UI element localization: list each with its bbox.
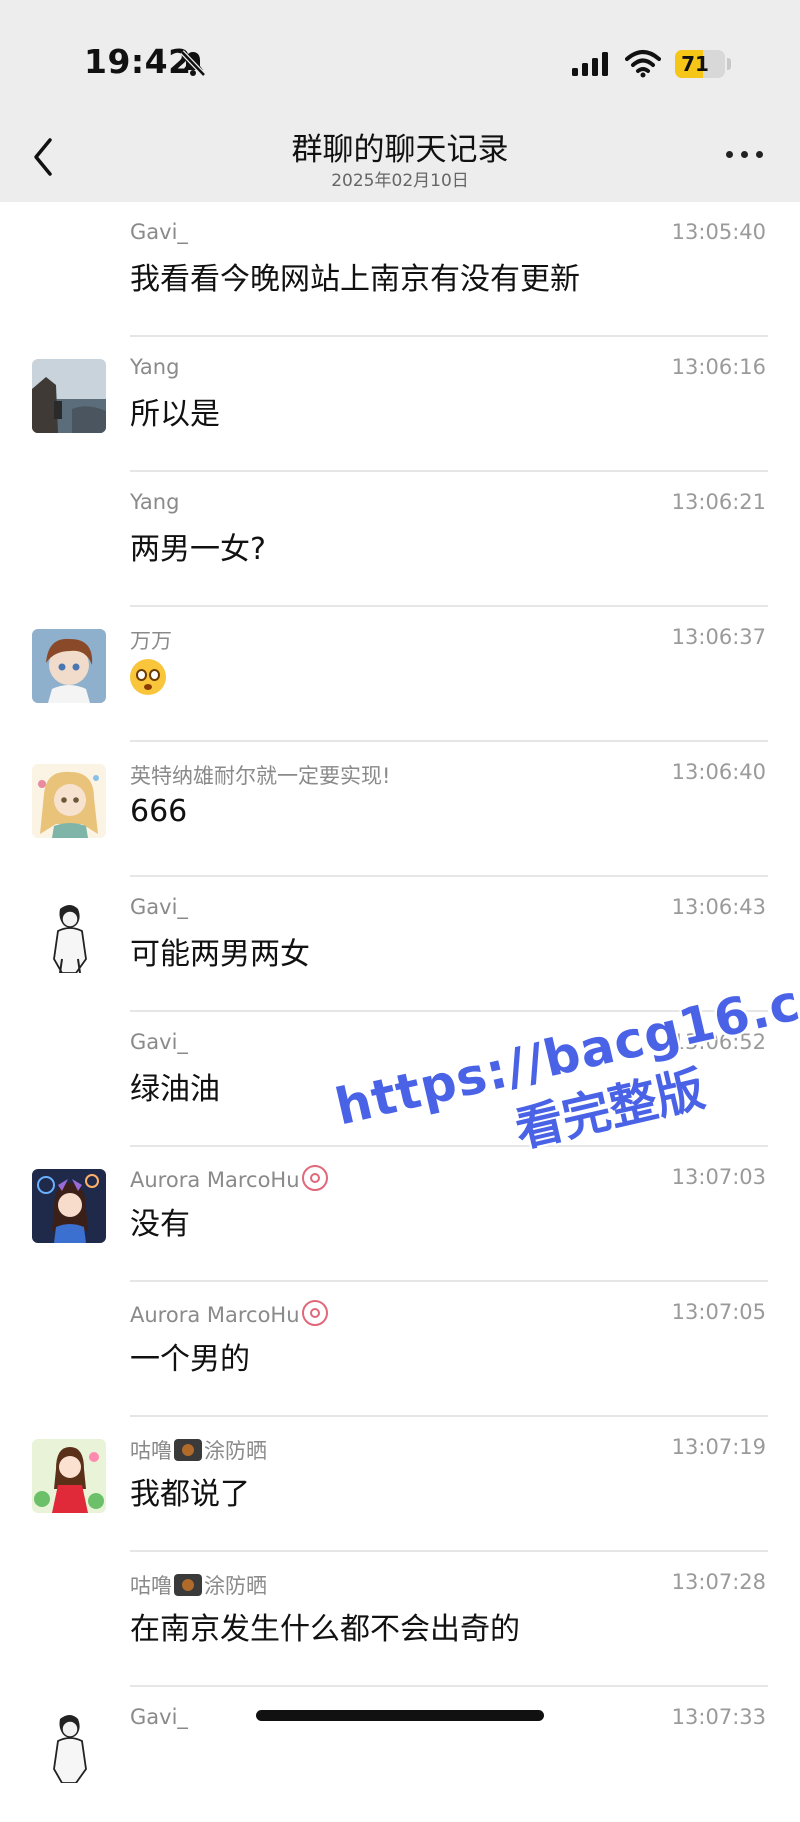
message-text: 在南京发生什么都不会出奇的 [130,1612,520,1647]
message-time: 13:06:16 [671,355,766,379]
avatar[interactable] [32,899,106,973]
dot [741,151,748,158]
avatar[interactable] [32,629,106,703]
message-item[interactable]: Gavi_ 13:07:33 [0,1687,800,1822]
message-sender: Yang [130,355,180,379]
message-item[interactable]: 英特纳雄耐尔就一定要实现! 13:06:40 666 [0,742,800,877]
message-sender: 万万 [130,629,172,653]
camera-icon [174,1574,202,1596]
flower-badge-icon [301,1165,328,1191]
message-item[interactable]: Gavi_ 13:06:43 可能两男两女 [0,877,800,1012]
message-sender: Yang [130,490,180,514]
message-time: 13:07:33 [671,1705,766,1729]
avatar[interactable] [32,1169,106,1243]
avatar[interactable] [32,764,106,838]
avatar[interactable] [32,1709,106,1783]
page-title: 群聊的聊天记录 [291,132,509,168]
message-sender: Aurora MarcoHu [130,1300,328,1327]
signal-icon [572,52,608,76]
message-text: 一个男的 [130,1342,250,1377]
message-sender: Gavi_ [130,220,188,244]
top-bar: 19:42 71 群聊的聊天记录 2025年02月10日 [0,0,800,202]
message-sender: Gavi_ [130,895,188,919]
message-sender: 英特纳雄耐尔就一定要实现! [130,764,391,788]
message-text: 我看看今晚网站上南京有没有更新 [130,262,580,297]
sender-name: Aurora MarcoHu [130,1168,300,1192]
page-subtitle: 2025年02月10日 [331,171,469,191]
message-text [130,659,166,697]
message-item[interactable]: Aurora MarcoHu 13:07:05 一个男的 [0,1282,800,1417]
message-sender: 咕噜 涂防晒 [130,1435,267,1465]
avatar[interactable] [32,359,106,433]
message-sender: Gavi_ [130,1030,188,1054]
avatar[interactable] [32,1439,106,1513]
message-time: 13:05:40 [671,220,766,244]
message-item[interactable]: 咕噜 涂防晒 13:07:19 我都说了 [0,1417,800,1552]
message-text: 两男一女? [130,532,266,567]
message-time: 13:06:40 [671,760,766,784]
flower-badge-icon [301,1300,328,1326]
message-time: 13:06:21 [671,490,766,514]
home-indicator[interactable] [256,1710,544,1721]
dot [726,151,733,158]
message-item[interactable]: 万万 13:06:37 [0,607,800,742]
more-dots-icon[interactable] [724,145,766,165]
status-time: 19:42 [84,42,192,81]
message-time: 13:06:43 [671,895,766,919]
message-text: 666 [130,794,188,829]
battery-icon: 71 [675,50,725,78]
message-item[interactable]: Yang 13:06:16 所以是 [0,337,800,472]
sender-suffix: 涂防晒 [204,1439,267,1463]
sender-name: Aurora MarcoHu [130,1303,300,1327]
battery-level: 71 [681,52,709,76]
sender-prefix: 咕噜 [130,1439,172,1463]
message-time: 13:07:28 [671,1570,766,1594]
message-text: 绿油油 [130,1072,220,1107]
message-text: 可能两男两女 [130,937,310,972]
message-time: 13:06:37 [671,625,766,649]
message-sender: Gavi_ [130,1705,188,1729]
message-item[interactable]: Yang 13:06:21 两男一女? [0,472,800,607]
message-time: 13:07:19 [671,1435,766,1459]
message-item[interactable]: 咕噜 涂防晒 13:07:28 在南京发生什么都不会出奇的 [0,1552,800,1687]
sender-suffix: 涂防晒 [204,1574,267,1598]
message-sender: Aurora MarcoHu [130,1165,328,1192]
flushed-face-emoji [130,659,166,695]
sender-prefix: 咕噜 [130,1574,172,1598]
bell-slash-icon [180,50,206,77]
message-item[interactable]: Gavi_ 13:05:40 我看看今晚网站上南京有没有更新 [0,202,800,337]
battery-nub [727,58,731,70]
message-text: 没有 [130,1207,190,1242]
message-text: 我都说了 [130,1477,250,1512]
dot [756,151,763,158]
message-time: 13:07:05 [671,1300,766,1324]
message-sender: 咕噜 涂防晒 [130,1570,267,1600]
camera-icon [174,1439,202,1461]
message-text: 所以是 [130,397,220,432]
wifi-icon [625,50,661,78]
